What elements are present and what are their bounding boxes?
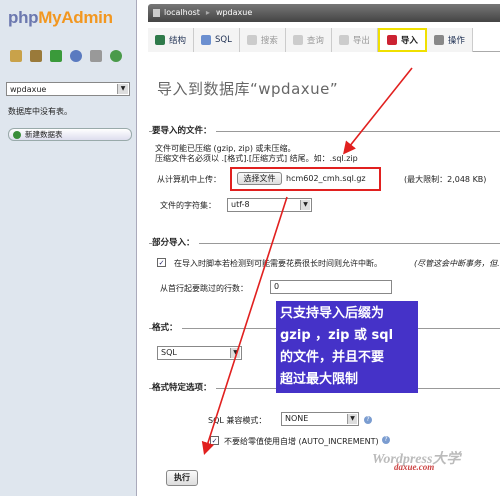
export-icon	[338, 35, 349, 45]
add-icon	[13, 131, 21, 139]
breadcrumb: localhost ▸ wpdaxue	[148, 4, 500, 22]
phpmyadmin-logo[interactable]: phpMyAdmin	[8, 8, 113, 28]
compat-mode-label: SQL 兼容模式：	[208, 416, 267, 425]
partial-fieldset	[149, 243, 500, 244]
tab-query[interactable]: 查询	[285, 28, 332, 52]
search-icon	[246, 35, 257, 45]
compat-mode-select[interactable]: NONE ▼	[281, 412, 359, 426]
sidebar: phpMyAdmin wpdaxue ▼ 数据库中没有表。 新建数据表	[0, 0, 137, 496]
upload-highlight-box	[230, 167, 381, 191]
query-icon	[292, 35, 303, 45]
format-select[interactable]: SQL ▼	[157, 346, 242, 360]
exit-icon[interactable]	[50, 50, 62, 62]
extension-note: 压缩文件名必须以 .[格式].[压缩方式] 结尾。如：.sql.zip	[155, 154, 358, 163]
chevron-down-icon: ▼	[347, 414, 357, 424]
tab-search[interactable]: 搜索	[239, 28, 286, 52]
chevron-down-icon: ▼	[117, 84, 128, 94]
no-auto-increment-label: 不要给零值使用自增 (AUTO_INCREMENT)	[224, 437, 379, 446]
home-icon[interactable]	[10, 50, 22, 62]
page-title: 导入到数据库“wpdaxue”	[157, 80, 339, 98]
wrench-icon	[433, 35, 444, 45]
db-icon[interactable]	[30, 50, 42, 62]
format-legend: 格式：	[152, 321, 182, 333]
sidebar-icon-row	[10, 50, 122, 62]
format-options-legend: 格式特定选项：	[152, 381, 216, 393]
interrupt-note: (尽管这会中断事务，但...	[414, 259, 500, 268]
annotation-box: 只支持导入后缀为 gzip ，zip 或 sql 的文件，并且不要 超过最大限制	[276, 301, 418, 393]
no-auto-increment-checkbox[interactable]: ✓	[210, 436, 219, 445]
tab-bar: 结构 SQL 搜索 查询 导出 导入 操作	[148, 28, 500, 52]
database-select[interactable]: wpdaxue ▼	[6, 82, 130, 96]
sql-icon	[201, 35, 212, 45]
skip-rows-label: 从首行起要跳过的行数：	[160, 284, 248, 293]
tab-operations[interactable]: 操作	[426, 28, 473, 52]
breadcrumb-server[interactable]: localhost	[164, 8, 200, 17]
skip-rows-input[interactable]: 0	[270, 280, 392, 294]
docs-icon[interactable]	[90, 50, 102, 62]
chevron-down-icon: ▼	[300, 200, 310, 210]
annotation-line: 的文件，并且不要	[280, 350, 385, 365]
structure-icon	[155, 35, 165, 45]
server-icon	[153, 9, 160, 17]
charset-select[interactable]: utf-8 ▼	[227, 198, 312, 212]
go-button[interactable]: 执行	[166, 470, 198, 486]
partial-legend: 部分导入：	[152, 236, 199, 248]
charset-label: 文件的字符集：	[160, 201, 216, 210]
upload-label: 从计算机中上传：	[157, 175, 221, 184]
file-legend: 要导入的文件：	[152, 124, 216, 136]
annotation-line: 只支持导入后缀为	[280, 306, 385, 321]
new-table-button[interactable]: 新建数据表	[8, 128, 132, 141]
allow-interrupt-label: 在导入时脚本若检测到可能需要花费很长时间则允许中断。	[174, 259, 382, 268]
max-upload-limit: (最大限制：2,048 KB)	[404, 175, 487, 184]
help-icon[interactable]: ?	[364, 416, 372, 424]
tab-export[interactable]: 导出	[331, 28, 378, 52]
no-tables-text: 数据库中没有表。	[8, 107, 72, 116]
breadcrumb-database[interactable]: wpdaxue	[216, 8, 252, 17]
import-icon	[386, 35, 397, 45]
tab-structure[interactable]: 结构	[148, 28, 195, 52]
help-icon[interactable]	[70, 50, 82, 62]
allow-interrupt-checkbox[interactable]: ✓	[157, 258, 166, 267]
annotation-line: gzip ，zip 或 sql	[280, 328, 394, 343]
chevron-down-icon: ▼	[230, 348, 240, 358]
annotation-line: 超过最大限制	[280, 372, 359, 387]
tab-import[interactable]: 导入	[377, 28, 427, 52]
reload-icon[interactable]	[110, 50, 122, 62]
help-icon[interactable]: ?	[382, 436, 390, 444]
tab-sql[interactable]: SQL	[194, 28, 240, 52]
watermark-logo: Wordpress大学 daxue.com	[372, 452, 461, 472]
